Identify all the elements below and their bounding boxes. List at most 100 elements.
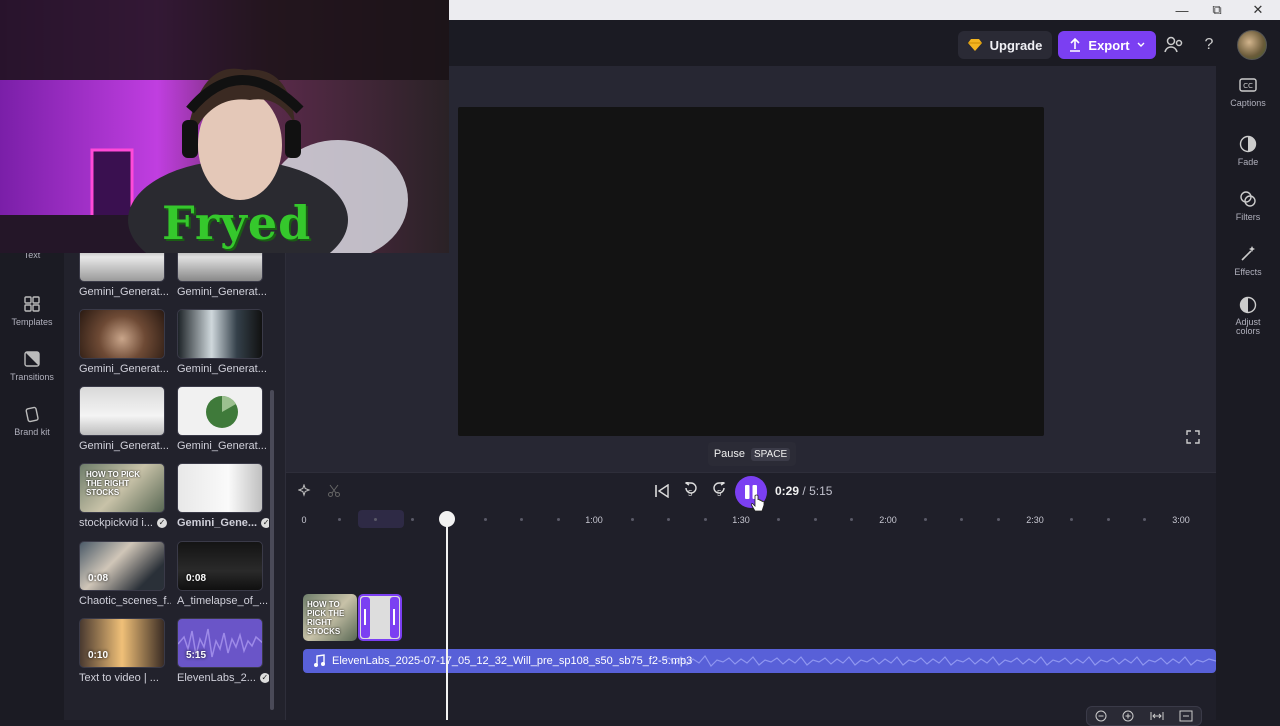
playhead-handle[interactable] <box>439 511 455 527</box>
ruler-label: 1:30 <box>732 515 750 525</box>
avatar[interactable] <box>1237 30 1267 60</box>
forward-seconds: 5 <box>717 489 722 498</box>
timecode: 0:29 / 5:15 <box>775 484 832 498</box>
fullscreen-icon[interactable] <box>1186 430 1200 444</box>
rail-item-label: Captions <box>1230 98 1266 108</box>
ruler-tick <box>338 518 341 521</box>
duration-badge: 0:08 <box>88 573 109 584</box>
export-button[interactable]: Export <box>1058 31 1156 59</box>
video-preview[interactable] <box>458 107 1044 436</box>
thumbnail-text: HOW TO PICK THE RIGHT STOCKS <box>86 470 141 497</box>
right-rail-fade[interactable]: Fade <box>1216 135 1280 167</box>
fade-icon <box>1239 135 1257 153</box>
rail-item-label: Templates <box>11 317 53 327</box>
zoom-in-icon[interactable] <box>1122 710 1134 722</box>
media-thumbnail[interactable]: HOW TO PICK THE RIGHT STOCKS <box>79 463 165 513</box>
skip-to-start-icon[interactable] <box>654 484 670 498</box>
video-clip[interactable]: HOW TO PICK THE RIGHT STOCKS <box>303 594 357 641</box>
time-separator: / <box>802 484 806 498</box>
webcam-overlay-text: Fryed <box>162 196 312 250</box>
upgrade-button[interactable]: Upgrade <box>958 31 1052 59</box>
forward-5-button[interactable]: 5 <box>710 480 728 501</box>
close-button[interactable]: ✕ <box>1238 0 1278 20</box>
media-thumbnail[interactable] <box>79 386 165 436</box>
svg-text:CC: CC <box>1243 82 1253 90</box>
ruler-tick <box>667 518 670 521</box>
ruler-tick <box>924 518 927 521</box>
media-scrollbar[interactable] <box>270 390 274 710</box>
expand-timeline-icon[interactable] <box>1179 710 1193 722</box>
templates-icon <box>24 296 40 312</box>
media-label: Chaotic_scenes_f... <box>79 595 171 607</box>
rail-item-label: Filters <box>1235 212 1261 222</box>
right-rail-captions[interactable]: CC Captions <box>1216 76 1280 108</box>
rail-item-templates[interactable]: Templates <box>0 295 64 327</box>
ruler-tick <box>997 518 1000 521</box>
pause-tooltip: Pause SPACE <box>708 442 796 466</box>
filters-icon <box>1240 191 1256 207</box>
ruler-tick <box>814 518 817 521</box>
check-icon: ✓ <box>156 518 167 529</box>
media-label-row: stockpickvid i... ✓ <box>79 517 171 529</box>
playhead-line <box>446 520 448 720</box>
total-time: 5:15 <box>809 484 833 498</box>
duration-badge: 0:10 <box>88 650 109 661</box>
clip-trim-handle-left[interactable] <box>361 597 370 638</box>
rail-item-label: Adjust colors <box>1235 317 1261 336</box>
share-people-icon[interactable] <box>1162 33 1186 57</box>
fit-timeline-icon[interactable] <box>1150 710 1164 722</box>
ruler-tick <box>411 518 414 521</box>
tooltip-shortcut: SPACE <box>751 447 791 461</box>
scissors-icon[interactable] <box>327 484 341 498</box>
grip-icon <box>364 609 366 625</box>
brand-kit-icon <box>25 406 39 423</box>
check-icon: ✓ <box>261 518 269 529</box>
media-label-row: Gemini_Gene... ✓ <box>177 517 269 529</box>
export-label: Export <box>1088 37 1130 53</box>
media-thumbnail[interactable] <box>177 386 263 436</box>
right-rail-adjust-colors[interactable]: Adjust colors <box>1216 296 1280 336</box>
media-thumbnail[interactable] <box>79 309 165 359</box>
ruler-tick <box>374 518 377 521</box>
selected-video-clip[interactable] <box>358 594 402 641</box>
ai-sparkle-icon[interactable] <box>298 484 312 498</box>
ruler-tick <box>850 518 853 521</box>
right-rail-filters[interactable]: Filters <box>1216 190 1280 222</box>
tooltip-label: Pause <box>713 448 746 460</box>
rail-item-brand-kit[interactable]: Brand kit <box>0 405 64 437</box>
effects-icon <box>1241 246 1255 261</box>
media-thumbnail[interactable]: 0:08 <box>79 541 165 591</box>
check-icon: ✓ <box>259 673 269 684</box>
media-thumbnail[interactable]: 0:08 <box>177 541 263 591</box>
rewind-5-button[interactable]: 5 <box>682 480 700 501</box>
ruler-tick <box>520 518 523 521</box>
help-icon[interactable]: ? <box>1198 33 1220 57</box>
rail-item-label: Brand kit <box>14 427 50 437</box>
media-label: Gemini_Generat... <box>177 363 267 375</box>
webcam-overlay: Fryed <box>0 0 449 253</box>
duration-badge: 0:08 <box>186 573 207 584</box>
ruler-tick <box>1070 518 1073 521</box>
media-label: Gemini_Generat... <box>79 363 169 375</box>
ruler-tick <box>631 518 634 521</box>
zoom-out-icon[interactable] <box>1095 710 1107 722</box>
adjust-colors-icon <box>1239 296 1257 314</box>
minimize-button[interactable]: — <box>1162 0 1202 20</box>
ruler-tick <box>484 518 487 521</box>
media-thumbnail[interactable] <box>177 463 263 513</box>
ruler-tick <box>1107 518 1110 521</box>
media-thumbnail[interactable]: 0:10 <box>79 618 165 668</box>
media-label: A_timelapse_of_... <box>177 595 269 607</box>
rail-item-transitions[interactable]: Transitions <box>0 350 64 382</box>
rewind-seconds: 5 <box>688 489 693 498</box>
media-label: stockpickvid i... <box>79 517 153 529</box>
restore-button[interactable]: ⧉ <box>1197 0 1237 20</box>
ruler-label: 2:30 <box>1026 515 1044 525</box>
media-thumbnail[interactable]: 5:15 <box>177 618 263 668</box>
ruler-tick <box>557 518 560 521</box>
rail-item-label: Effects <box>1234 267 1262 277</box>
right-rail-effects[interactable]: Effects <box>1216 245 1280 277</box>
media-thumbnail[interactable] <box>177 309 263 359</box>
rail-item-label: Fade <box>1237 157 1259 167</box>
clip-trim-handle-right[interactable] <box>390 597 399 638</box>
